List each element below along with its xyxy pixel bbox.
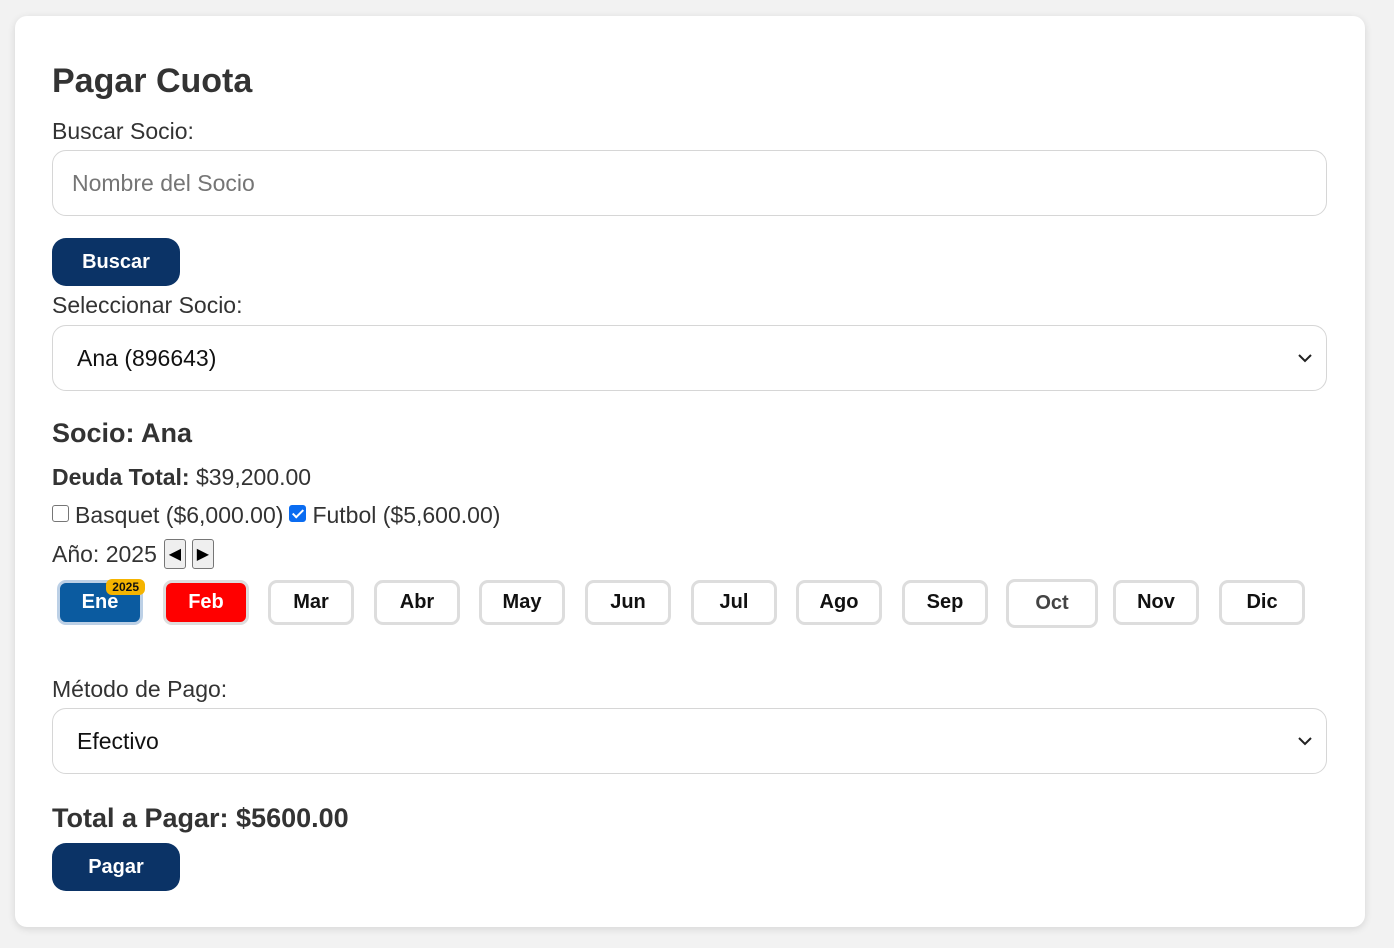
chevron-down-icon [1294,730,1316,752]
month-label: Dic [1246,591,1278,613]
search-placeholder: Nombre del Socio [72,169,255,196]
month-grid: Ene 2025 Feb Mar Abr May Jun Jul Ago Sep… [15,579,1365,629]
month-label: Oct [1035,592,1069,614]
month-abr[interactable]: Abr [374,580,460,625]
month-label: Ago [819,591,859,613]
chevron-down-icon [1294,347,1316,369]
month-label: Nov [1137,591,1175,613]
search-label: Buscar Socio: [52,118,194,144]
search-input[interactable]: Nombre del Socio [52,150,1327,216]
month-ago[interactable]: Ago [796,580,882,625]
member-heading: Socio: Ana [52,418,193,448]
basquet-checkbox[interactable] [52,505,69,522]
triangle-right-icon[interactable]: ▶ [191,539,214,569]
pay-button[interactable]: Pagar [52,843,180,891]
sports-checkboxes: Basquet ($6,000.00) Futbol ($5,600.00) [52,502,500,529]
month-label: Jul [719,591,749,613]
payment-method-select[interactable]: Efectivo [52,708,1327,774]
month-oct[interactable]: Oct [1006,579,1098,628]
futbol-label: Futbol ($5,600.00) [312,502,501,528]
member-select[interactable]: Ana (896643) [52,325,1327,391]
month-sep[interactable]: Sep [902,580,988,625]
month-jun[interactable]: Jun [585,580,671,625]
year-selector: Año: 2025 ◀ ▶ [52,539,214,569]
month-may[interactable]: May [479,580,565,625]
search-button[interactable]: Buscar [52,238,180,286]
month-label: Sep [926,591,964,613]
month-dic[interactable]: Dic [1219,580,1305,625]
month-jul[interactable]: Jul [691,580,777,625]
futbol-checkbox[interactable] [289,505,307,522]
month-label: May [502,591,542,613]
month-mar[interactable]: Mar [268,580,354,625]
month-feb[interactable]: Feb [163,580,249,625]
payment-method-label: Método de Pago: [52,676,228,702]
month-label: Mar [293,591,329,613]
debt-label: Deuda Total: [52,464,190,490]
month-label: Abr [399,591,435,613]
page-title: Pagar Cuota [52,62,253,100]
year-badge: 2025 [106,579,145,595]
year-label: Año: 2025 [52,540,157,567]
month-nov[interactable]: Nov [1113,580,1199,625]
triangle-left-icon[interactable]: ◀ [163,539,186,569]
member-select-value: Ana (896643) [77,344,217,371]
month-ene[interactable]: Ene 2025 [57,579,145,625]
debt-value: $39,200.00 [195,464,312,490]
total-debt: Deuda Total: $39,200.00 [52,464,311,491]
month-label: Jun [610,591,646,613]
month-label: Feb [188,591,224,613]
basquet-label: Basquet ($6,000.00) [75,502,284,528]
payment-method-value: Efectivo [77,727,159,754]
total-to-pay: Total a Pagar: $5600.00 [52,803,349,833]
payment-card: Pagar Cuota Buscar Socio: Nombre del Soc… [15,16,1365,927]
select-member-label: Seleccionar Socio: [52,292,243,318]
